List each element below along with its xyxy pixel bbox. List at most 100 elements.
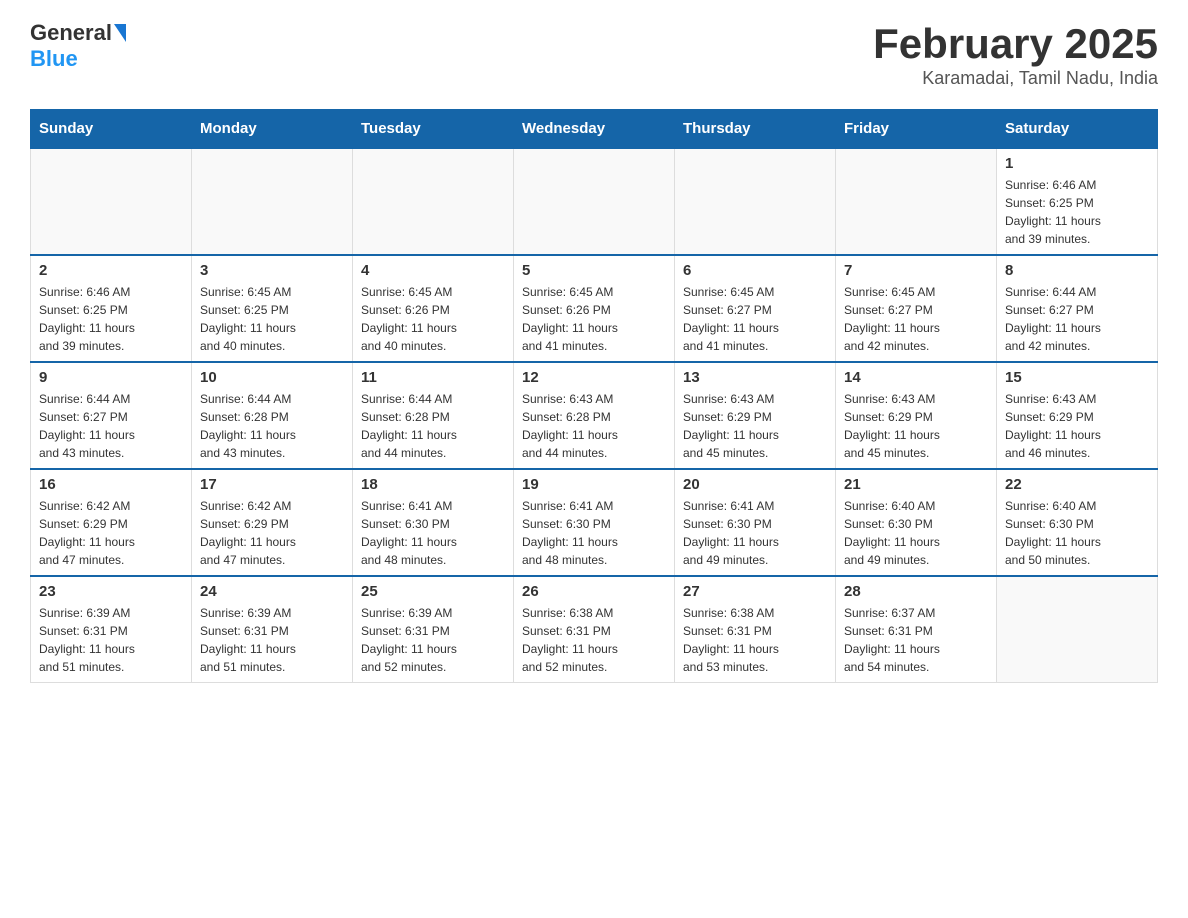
location-text: Karamadai, Tamil Nadu, India <box>873 68 1158 89</box>
calendar-cell: 6Sunrise: 6:45 AM Sunset: 6:27 PM Daylig… <box>675 255 836 362</box>
weekday-header-row: SundayMondayTuesdayWednesdayThursdayFrid… <box>31 110 1158 149</box>
calendar-cell <box>353 148 514 255</box>
day-number: 17 <box>200 476 344 493</box>
day-number: 10 <box>200 369 344 386</box>
calendar-cell: 22Sunrise: 6:40 AM Sunset: 6:30 PM Dayli… <box>997 469 1158 576</box>
day-info: Sunrise: 6:44 AM Sunset: 6:27 PM Dayligh… <box>1005 283 1149 355</box>
day-info: Sunrise: 6:40 AM Sunset: 6:30 PM Dayligh… <box>844 497 988 569</box>
calendar-cell <box>997 576 1158 683</box>
weekday-header-wednesday: Wednesday <box>514 110 675 149</box>
day-info: Sunrise: 6:45 AM Sunset: 6:26 PM Dayligh… <box>361 283 505 355</box>
day-number: 16 <box>39 476 183 493</box>
day-number: 14 <box>844 369 988 386</box>
day-number: 23 <box>39 583 183 600</box>
day-info: Sunrise: 6:44 AM Sunset: 6:27 PM Dayligh… <box>39 390 183 462</box>
weekday-header-monday: Monday <box>192 110 353 149</box>
calendar-cell: 23 Sunrise: 6:39 AM Sunset: 6:31 PM Dayli… <box>31 576 192 683</box>
title-area: February 2025 Karamadai, Tamil Nadu, Ind… <box>873 20 1158 89</box>
day-info: Sunrise: 6:39 AM Sunset: 6:31 PM Dayligh… <box>39 604 183 676</box>
day-number: 5 <box>522 262 666 279</box>
calendar-cell: 16 Sunrise: 6:42 AM Sunset: 6:29 PM Dayli… <box>31 469 192 576</box>
day-number: 1 <box>1005 155 1149 172</box>
day-number: 24 <box>200 583 344 600</box>
calendar-cell: 4Sunrise: 6:45 AM Sunset: 6:26 PM Daylig… <box>353 255 514 362</box>
day-number: 11 <box>361 369 505 386</box>
calendar-cell: 14 Sunrise: 6:43 AM Sunset: 6:29 PM Dayli… <box>836 362 997 469</box>
calendar-week-row: 1 Sunrise: 6:46 AM Sunset: 6:25 PM Daylig… <box>31 148 1158 255</box>
calendar-cell: 11 Sunrise: 6:44 AM Sunset: 6:28 PM Dayli… <box>353 362 514 469</box>
calendar-week-row: 9 Sunrise: 6:44 AM Sunset: 6:27 PM Daylig… <box>31 362 1158 469</box>
logo-general-text: General <box>30 20 112 46</box>
calendar-cell: 12 Sunrise: 6:43 AM Sunset: 6:28 PM Dayli… <box>514 362 675 469</box>
weekday-header-sunday: Sunday <box>31 110 192 149</box>
calendar-cell: 17 Sunrise: 6:42 AM Sunset: 6:29 PM Dayli… <box>192 469 353 576</box>
day-info: Sunrise: 6:39 AM Sunset: 6:31 PM Dayligh… <box>361 604 505 676</box>
calendar-cell: 8 Sunrise: 6:44 AM Sunset: 6:27 PM Daylig… <box>997 255 1158 362</box>
day-number: 27 <box>683 583 827 600</box>
day-info: Sunrise: 6:37 AM Sunset: 6:31 PM Dayligh… <box>844 604 988 676</box>
day-number: 12 <box>522 369 666 386</box>
calendar-cell <box>514 148 675 255</box>
calendar-cell: 20Sunrise: 6:41 AM Sunset: 6:30 PM Dayli… <box>675 469 836 576</box>
month-title: February 2025 <box>873 20 1158 68</box>
day-number: 26 <box>522 583 666 600</box>
day-info: Sunrise: 6:44 AM Sunset: 6:28 PM Dayligh… <box>361 390 505 462</box>
calendar-cell <box>31 148 192 255</box>
calendar-cell: 26 Sunrise: 6:38 AM Sunset: 6:31 PM Dayli… <box>514 576 675 683</box>
calendar-cell <box>192 148 353 255</box>
day-info: Sunrise: 6:44 AM Sunset: 6:28 PM Dayligh… <box>200 390 344 462</box>
day-info: Sunrise: 6:38 AM Sunset: 6:31 PM Dayligh… <box>683 604 827 676</box>
page-header: General Blue February 2025 Karamadai, Ta… <box>30 20 1158 89</box>
calendar-week-row: 23 Sunrise: 6:39 AM Sunset: 6:31 PM Dayli… <box>31 576 1158 683</box>
day-info: Sunrise: 6:43 AM Sunset: 6:29 PM Dayligh… <box>844 390 988 462</box>
day-info: Sunrise: 6:46 AM Sunset: 6:25 PM Dayligh… <box>39 283 183 355</box>
day-number: 2 <box>39 262 183 279</box>
day-number: 21 <box>844 476 988 493</box>
logo-blue-text: Blue <box>30 46 78 71</box>
calendar-cell: 24Sunrise: 6:39 AM Sunset: 6:31 PM Dayli… <box>192 576 353 683</box>
logo: General Blue <box>30 20 126 72</box>
day-info: Sunrise: 6:45 AM Sunset: 6:27 PM Dayligh… <box>844 283 988 355</box>
day-info: Sunrise: 6:41 AM Sunset: 6:30 PM Dayligh… <box>361 497 505 569</box>
day-info: Sunrise: 6:46 AM Sunset: 6:25 PM Dayligh… <box>1005 176 1149 248</box>
calendar-cell: 27 Sunrise: 6:38 AM Sunset: 6:31 PM Dayli… <box>675 576 836 683</box>
logo-arrow-icon <box>114 24 126 42</box>
day-info: Sunrise: 6:43 AM Sunset: 6:29 PM Dayligh… <box>1005 390 1149 462</box>
calendar-week-row: 2 Sunrise: 6:46 AM Sunset: 6:25 PM Daylig… <box>31 255 1158 362</box>
calendar-cell <box>675 148 836 255</box>
day-info: Sunrise: 6:43 AM Sunset: 6:28 PM Dayligh… <box>522 390 666 462</box>
weekday-header-thursday: Thursday <box>675 110 836 149</box>
day-number: 15 <box>1005 369 1149 386</box>
calendar-cell: 2 Sunrise: 6:46 AM Sunset: 6:25 PM Daylig… <box>31 255 192 362</box>
day-number: 3 <box>200 262 344 279</box>
calendar-cell: 10 Sunrise: 6:44 AM Sunset: 6:28 PM Dayli… <box>192 362 353 469</box>
calendar-cell: 13 Sunrise: 6:43 AM Sunset: 6:29 PM Dayli… <box>675 362 836 469</box>
day-info: Sunrise: 6:42 AM Sunset: 6:29 PM Dayligh… <box>200 497 344 569</box>
calendar-cell <box>836 148 997 255</box>
calendar-table: SundayMondayTuesdayWednesdayThursdayFrid… <box>30 109 1158 683</box>
weekday-header-saturday: Saturday <box>997 110 1158 149</box>
day-number: 28 <box>844 583 988 600</box>
calendar-cell: 25 Sunrise: 6:39 AM Sunset: 6:31 PM Dayli… <box>353 576 514 683</box>
day-number: 13 <box>683 369 827 386</box>
day-info: Sunrise: 6:38 AM Sunset: 6:31 PM Dayligh… <box>522 604 666 676</box>
day-info: Sunrise: 6:42 AM Sunset: 6:29 PM Dayligh… <box>39 497 183 569</box>
day-info: Sunrise: 6:45 AM Sunset: 6:25 PM Dayligh… <box>200 283 344 355</box>
day-number: 25 <box>361 583 505 600</box>
day-number: 8 <box>1005 262 1149 279</box>
weekday-header-friday: Friday <box>836 110 997 149</box>
calendar-cell: 28 Sunrise: 6:37 AM Sunset: 6:31 PM Dayli… <box>836 576 997 683</box>
calendar-cell: 1 Sunrise: 6:46 AM Sunset: 6:25 PM Daylig… <box>997 148 1158 255</box>
calendar-cell: 19Sunrise: 6:41 AM Sunset: 6:30 PM Dayli… <box>514 469 675 576</box>
day-info: Sunrise: 6:45 AM Sunset: 6:26 PM Dayligh… <box>522 283 666 355</box>
calendar-week-row: 16 Sunrise: 6:42 AM Sunset: 6:29 PM Dayli… <box>31 469 1158 576</box>
day-info: Sunrise: 6:41 AM Sunset: 6:30 PM Dayligh… <box>683 497 827 569</box>
day-info: Sunrise: 6:41 AM Sunset: 6:30 PM Dayligh… <box>522 497 666 569</box>
day-number: 22 <box>1005 476 1149 493</box>
day-info: Sunrise: 6:43 AM Sunset: 6:29 PM Dayligh… <box>683 390 827 462</box>
day-number: 9 <box>39 369 183 386</box>
day-number: 18 <box>361 476 505 493</box>
day-number: 6 <box>683 262 827 279</box>
calendar-cell: 7Sunrise: 6:45 AM Sunset: 6:27 PM Daylig… <box>836 255 997 362</box>
calendar-cell: 21 Sunrise: 6:40 AM Sunset: 6:30 PM Dayli… <box>836 469 997 576</box>
